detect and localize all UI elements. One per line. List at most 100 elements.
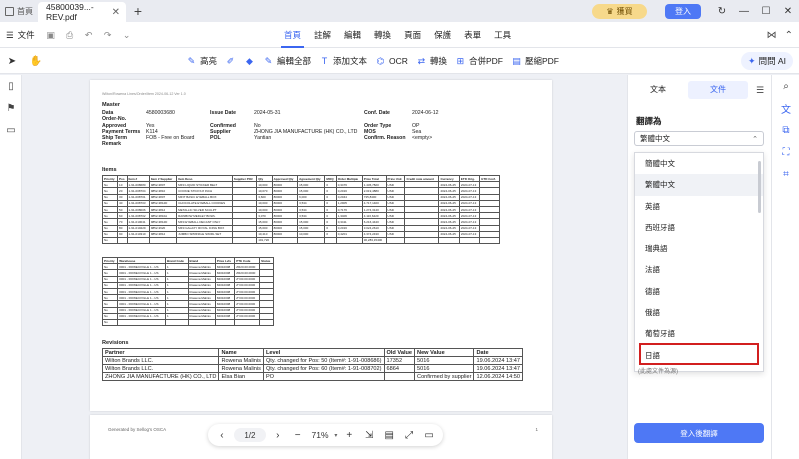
convert-icon: ⇄	[417, 55, 426, 66]
zoom-in-icon[interactable]: +	[341, 427, 357, 444]
table-cell	[438, 236, 460, 245]
add-text-tool[interactable]: T 添加文本	[319, 48, 367, 74]
menu-convert[interactable]: 轉換	[371, 22, 394, 48]
language-option[interactable]: 葡萄牙語	[635, 323, 763, 344]
menu-annotate[interactable]: 註解	[311, 22, 334, 48]
fullscreen-icon[interactable]: ▭	[421, 427, 437, 444]
menu-page[interactable]: 頁面	[401, 22, 424, 48]
login-button[interactable]: 登入	[665, 3, 701, 19]
document-viewer[interactable]: Wilton/Rowena Lines/Order/Item 2024-06-1…	[23, 75, 627, 459]
undo-icon[interactable]: ↶	[82, 28, 96, 42]
comment-icon[interactable]: ▭	[0, 119, 22, 141]
table-cell: 5016	[414, 356, 475, 365]
language-option[interactable]: 繁體中文	[635, 174, 763, 196]
fit-page-icon[interactable]: ⤢	[401, 427, 417, 444]
pen-icon: ✐	[226, 55, 235, 66]
toolbar: ➤ ✋ ✎ 高亮 ✐ ◆ ✎ 編輯全部 T 添加文本 ⌬ OCR ⇄ 轉換 ⊞ …	[0, 48, 799, 74]
print-icon[interactable]: ⎙	[63, 28, 77, 42]
hamburger-icon: ☰	[6, 29, 14, 40]
language-option[interactable]: 德語	[635, 281, 763, 302]
next-page-icon[interactable]: ›	[270, 427, 286, 444]
fit-width-icon[interactable]: ⇲	[361, 427, 377, 444]
menu-edit[interactable]: 編輯	[341, 22, 364, 48]
master-heading: Master	[102, 102, 121, 108]
chevron-up-icon[interactable]: ⌃	[785, 30, 793, 41]
revision-row: Wilton Brands LLC. Rowena Malinis Qty. cha…	[101, 356, 524, 365]
ocr-label: OCR	[389, 56, 408, 66]
page-number-input[interactable]: 1/2	[233, 428, 266, 442]
compress-icon: ▤	[512, 55, 521, 66]
table-cell: 101,720	[256, 236, 273, 245]
zoom-level[interactable]: 71%	[310, 430, 331, 440]
table-cell: PO	[262, 372, 385, 381]
new-tab-button[interactable]: +	[126, 0, 150, 22]
share-icon[interactable]: ⋈	[767, 30, 777, 41]
sync-icon[interactable]: ↻	[711, 0, 733, 22]
menu-home[interactable]: 首頁	[281, 22, 305, 48]
menu-form[interactable]: 表單	[461, 22, 484, 48]
tab-file[interactable]: 文件	[688, 81, 748, 99]
ask-ai-button[interactable]: ✦ 問問 AI	[741, 52, 793, 70]
page-view-icon[interactable]: ▤	[381, 427, 397, 444]
language-select-value: 繁體中文	[640, 134, 670, 143]
language-option[interactable]: 瑞典語	[635, 238, 763, 259]
dropdown-scrollbar[interactable]	[758, 161, 761, 213]
edit-icon: ✎	[264, 55, 273, 66]
login-to-translate-button[interactable]: 登入後翻譯	[634, 423, 764, 443]
zoom-out-icon[interactable]: −	[290, 427, 306, 444]
redo-icon[interactable]: ↷	[101, 28, 115, 42]
merge-pdf-tool[interactable]: ⊞ 合併PDF	[455, 48, 503, 74]
highlight-tool[interactable]: ✎ 高亮	[186, 48, 217, 74]
maximize-icon[interactable]: ☐	[755, 0, 777, 22]
ocr-icon: ⌬	[376, 55, 385, 66]
language-select[interactable]: 繁體中文 ⌃	[634, 131, 764, 146]
scan-icon[interactable]: ⛶	[772, 141, 799, 163]
home-tab[interactable]: 首頁	[0, 0, 38, 22]
close-window-icon[interactable]: ✕	[777, 0, 799, 22]
ocr-scan-icon[interactable]: ⌗	[772, 163, 799, 185]
compress-pdf-tool[interactable]: ▤ 壓縮PDF	[511, 48, 559, 74]
edit-all-tool[interactable]: ✎ 編輯全部	[263, 48, 311, 74]
search-icon[interactable]: ⌕	[772, 75, 799, 97]
language-option[interactable]: 簡體中文	[635, 153, 763, 174]
select-cursor-icon[interactable]: ➤	[4, 53, 20, 69]
upgrade-button[interactable]: ♛ 獲買	[592, 3, 647, 19]
chevron-down-icon[interactable]: ⌄	[120, 28, 134, 42]
ocr-tool[interactable]: ⌬ OCR	[375, 48, 408, 74]
language-option[interactable]: 俄語	[635, 302, 763, 323]
panel-menu-icon[interactable]: ☰	[748, 85, 772, 96]
revision-row: Wilton Brands LLC. Rowena Malinis Qty. cha…	[101, 364, 524, 373]
menu-tools[interactable]: 工具	[491, 22, 514, 48]
tab-text[interactable]: 文本	[628, 81, 688, 99]
convert-tool[interactable]: ⇄ 轉換	[416, 48, 447, 74]
language-option[interactable]: 西班牙語	[635, 217, 763, 238]
document-tab-title: 45800039...-REV.pdf	[46, 2, 94, 22]
main-menu: 首頁 註解 編輯 轉換 頁面 保護 表單 工具	[281, 22, 514, 48]
hand-tool-icon[interactable]: ✋	[28, 53, 44, 69]
minimize-icon[interactable]: —	[733, 0, 755, 22]
table-header-row: Partner Name Level Old Value New Value Date	[101, 348, 524, 357]
document-tab[interactable]: 45800039...-REV.pdf ✕	[38, 2, 126, 22]
language-option[interactable]: 法語	[635, 259, 763, 280]
file-menu[interactable]: ☰ 文件	[2, 29, 39, 41]
bookmark-icon[interactable]: ⚑	[0, 97, 22, 119]
generated-by-text: Generated by Sellog's OSCA	[108, 427, 167, 432]
thumbnails-icon[interactable]: ▯	[0, 75, 22, 97]
table-cell: Wilton Brands LLC.	[101, 356, 220, 365]
underline-tool[interactable]: ✐	[225, 48, 236, 74]
compare-icon[interactable]: ⧉	[772, 119, 799, 141]
table-cell	[479, 236, 500, 245]
plus-icon: +	[133, 3, 143, 19]
merge-pdf-label: 合併PDF	[468, 56, 503, 66]
eraser-tool[interactable]: ◆	[244, 48, 255, 74]
close-tab-icon[interactable]: ✕	[112, 7, 120, 18]
crown-icon: ♛	[606, 6, 614, 16]
zoom-dropdown-icon[interactable]: ▾	[334, 432, 337, 439]
ask-ai-label: 問問 AI	[758, 56, 786, 66]
table-cell	[214, 318, 236, 327]
prev-page-icon[interactable]: ‹	[214, 427, 230, 444]
save-icon[interactable]: ▣	[44, 28, 58, 42]
menu-protect[interactable]: 保護	[431, 22, 454, 48]
translate-icon[interactable]: 文	[772, 97, 799, 119]
language-option[interactable]: 英語	[635, 196, 763, 217]
